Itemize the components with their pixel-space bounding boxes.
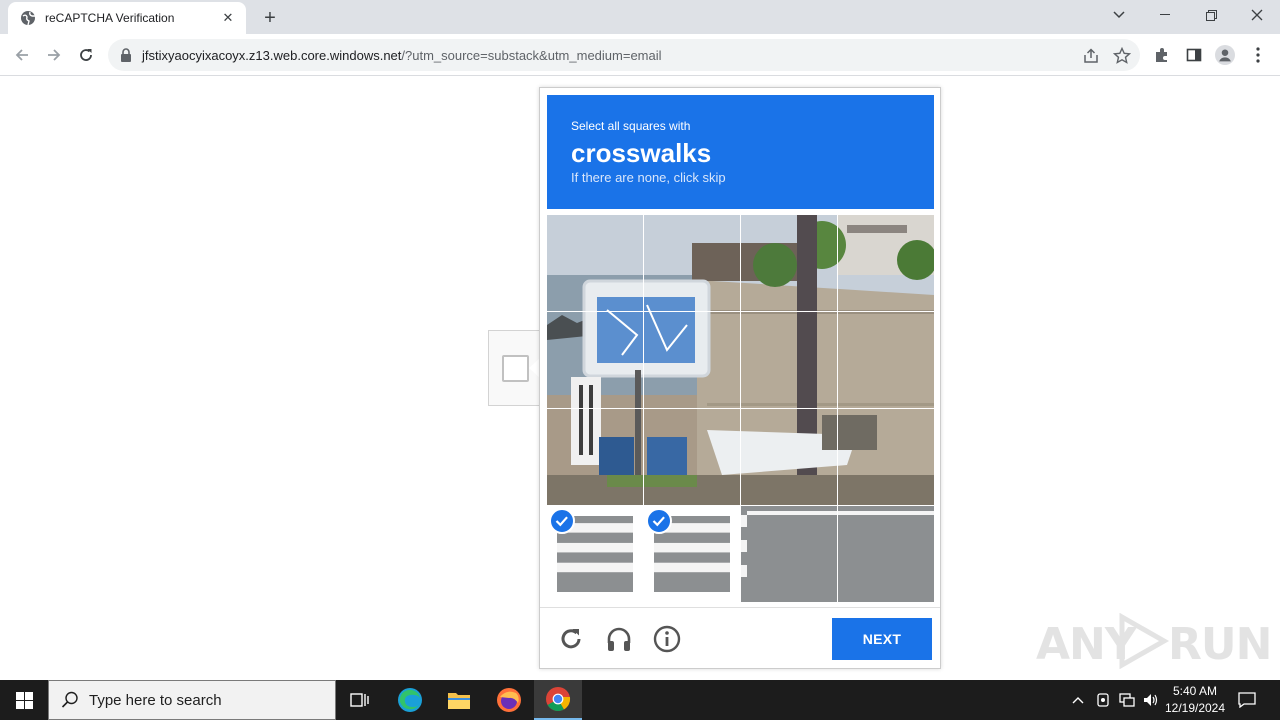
play-logo-icon bbox=[1119, 613, 1170, 669]
page-content: Select all squares with crosswalks If th… bbox=[0, 77, 1280, 680]
tile-image bbox=[838, 215, 934, 311]
clock-time: 5:40 AM bbox=[1172, 684, 1218, 698]
url-query: /?utm_source=substack&utm_medium=email bbox=[401, 47, 662, 63]
recaptcha-challenge: Select all squares with crosswalks If th… bbox=[539, 87, 941, 669]
forward-icon[interactable] bbox=[40, 41, 68, 69]
tile-image bbox=[547, 409, 643, 505]
tile-image bbox=[644, 409, 740, 505]
tile-image bbox=[838, 506, 934, 602]
challenge-header: Select all squares with crosswalks If th… bbox=[547, 95, 934, 209]
clock-date: 12/19/2024 bbox=[1164, 701, 1226, 715]
captcha-tile[interactable] bbox=[741, 409, 837, 505]
share-icon[interactable] bbox=[1082, 47, 1100, 65]
tab-title: reCAPTCHA Verification bbox=[45, 11, 175, 25]
notifications-icon[interactable] bbox=[1232, 680, 1262, 720]
tile-image bbox=[741, 506, 837, 602]
search-icon bbox=[61, 691, 78, 708]
captcha-tile[interactable] bbox=[741, 506, 837, 602]
captcha-tile[interactable] bbox=[838, 409, 934, 505]
lock-icon[interactable] bbox=[120, 48, 132, 62]
windows-logo-icon bbox=[15, 691, 33, 709]
captcha-tile[interactable] bbox=[838, 215, 934, 311]
selected-check-icon bbox=[646, 508, 672, 534]
start-button[interactable] bbox=[0, 680, 48, 720]
meet-now-icon[interactable] bbox=[1092, 680, 1114, 720]
system-clock[interactable]: 5:40 AM 12/19/2024 bbox=[1160, 683, 1230, 717]
network-icon[interactable] bbox=[1116, 680, 1138, 720]
captcha-tile[interactable] bbox=[644, 409, 740, 505]
reload-challenge-icon[interactable] bbox=[557, 625, 585, 653]
captcha-tile[interactable] bbox=[547, 506, 643, 602]
bookmark-star-icon[interactable] bbox=[1113, 47, 1131, 65]
captcha-tile[interactable] bbox=[741, 215, 837, 311]
skip-hint: If there are none, click skip bbox=[571, 170, 726, 185]
tile-image bbox=[741, 215, 837, 311]
chrome-icon[interactable] bbox=[534, 680, 582, 720]
selected-check-icon bbox=[549, 508, 575, 534]
captcha-tile[interactable] bbox=[838, 312, 934, 408]
close-window-icon[interactable] bbox=[1234, 0, 1280, 30]
captcha-tile[interactable] bbox=[547, 215, 643, 311]
task-view-icon[interactable] bbox=[336, 680, 384, 720]
tile-image bbox=[547, 215, 643, 311]
back-icon[interactable] bbox=[8, 41, 36, 69]
reload-icon[interactable] bbox=[72, 41, 100, 69]
extensions-icon[interactable] bbox=[1152, 45, 1172, 65]
captcha-tile[interactable] bbox=[547, 312, 643, 408]
watermark-right: RUN bbox=[1168, 619, 1272, 670]
side-panel-icon[interactable] bbox=[1184, 45, 1204, 65]
instruction-text: Select all squares with bbox=[571, 119, 691, 133]
search-placeholder: Type here to search bbox=[89, 691, 222, 709]
tile-image bbox=[838, 409, 934, 505]
tile-image bbox=[741, 409, 837, 505]
footer-divider bbox=[540, 607, 940, 608]
show-hidden-icons-icon[interactable] bbox=[1068, 680, 1088, 720]
menu-kebab-icon[interactable] bbox=[1248, 45, 1268, 65]
tab-strip: reCAPTCHA Verification ✕ + bbox=[0, 0, 1280, 34]
tile-image bbox=[741, 312, 837, 408]
volume-icon[interactable] bbox=[1140, 680, 1162, 720]
headphones-icon[interactable] bbox=[605, 625, 633, 653]
tile-image bbox=[644, 312, 740, 408]
captcha-tile[interactable] bbox=[838, 506, 934, 602]
url-text[interactable]: jfstixyaocyixacoyx.z13.web.core.windows.… bbox=[142, 48, 662, 63]
next-button[interactable]: NEXT bbox=[832, 618, 932, 660]
tile-image bbox=[644, 215, 740, 311]
new-tab-button[interactable]: + bbox=[258, 6, 282, 30]
url-host: jfstixyaocyixacoyx.z13.web.core.windows.… bbox=[142, 47, 402, 63]
captcha-tile[interactable] bbox=[547, 409, 643, 505]
tile-image bbox=[547, 312, 643, 408]
captcha-tile[interactable] bbox=[741, 312, 837, 408]
captcha-tile[interactable] bbox=[644, 312, 740, 408]
restore-icon[interactable] bbox=[1188, 0, 1234, 30]
windows-taskbar: Type here to search 5:40 AM 12/19/2024 bbox=[0, 680, 1280, 720]
anyrun-watermark: ANY RUN bbox=[1036, 607, 1272, 671]
tile-image bbox=[838, 312, 934, 408]
challenge-target: crosswalks bbox=[571, 138, 712, 168]
taskbar-search[interactable]: Type here to search bbox=[48, 680, 336, 720]
captcha-tile[interactable] bbox=[644, 506, 740, 602]
image-grid bbox=[547, 215, 934, 602]
recaptcha-checkbox[interactable] bbox=[502, 355, 529, 382]
minimize-icon[interactable] bbox=[1142, 0, 1188, 30]
firefox-icon[interactable] bbox=[485, 680, 533, 720]
info-icon[interactable] bbox=[653, 625, 681, 653]
captcha-tile[interactable] bbox=[644, 215, 740, 311]
tab-search-icon[interactable] bbox=[1096, 0, 1142, 30]
edge-browser-icon[interactable] bbox=[386, 680, 434, 720]
browser-tab[interactable]: reCAPTCHA Verification ✕ bbox=[8, 2, 246, 34]
profile-avatar-icon[interactable] bbox=[1215, 45, 1235, 65]
globe-icon bbox=[21, 11, 35, 26]
address-bar[interactable]: jfstixyaocyixacoyx.z13.web.core.windows.… bbox=[108, 39, 1140, 71]
file-explorer-icon[interactable] bbox=[435, 680, 483, 720]
close-tab-icon[interactable]: ✕ bbox=[220, 10, 236, 26]
browser-toolbar: jfstixyaocyixacoyx.z13.web.core.windows.… bbox=[0, 34, 1280, 76]
